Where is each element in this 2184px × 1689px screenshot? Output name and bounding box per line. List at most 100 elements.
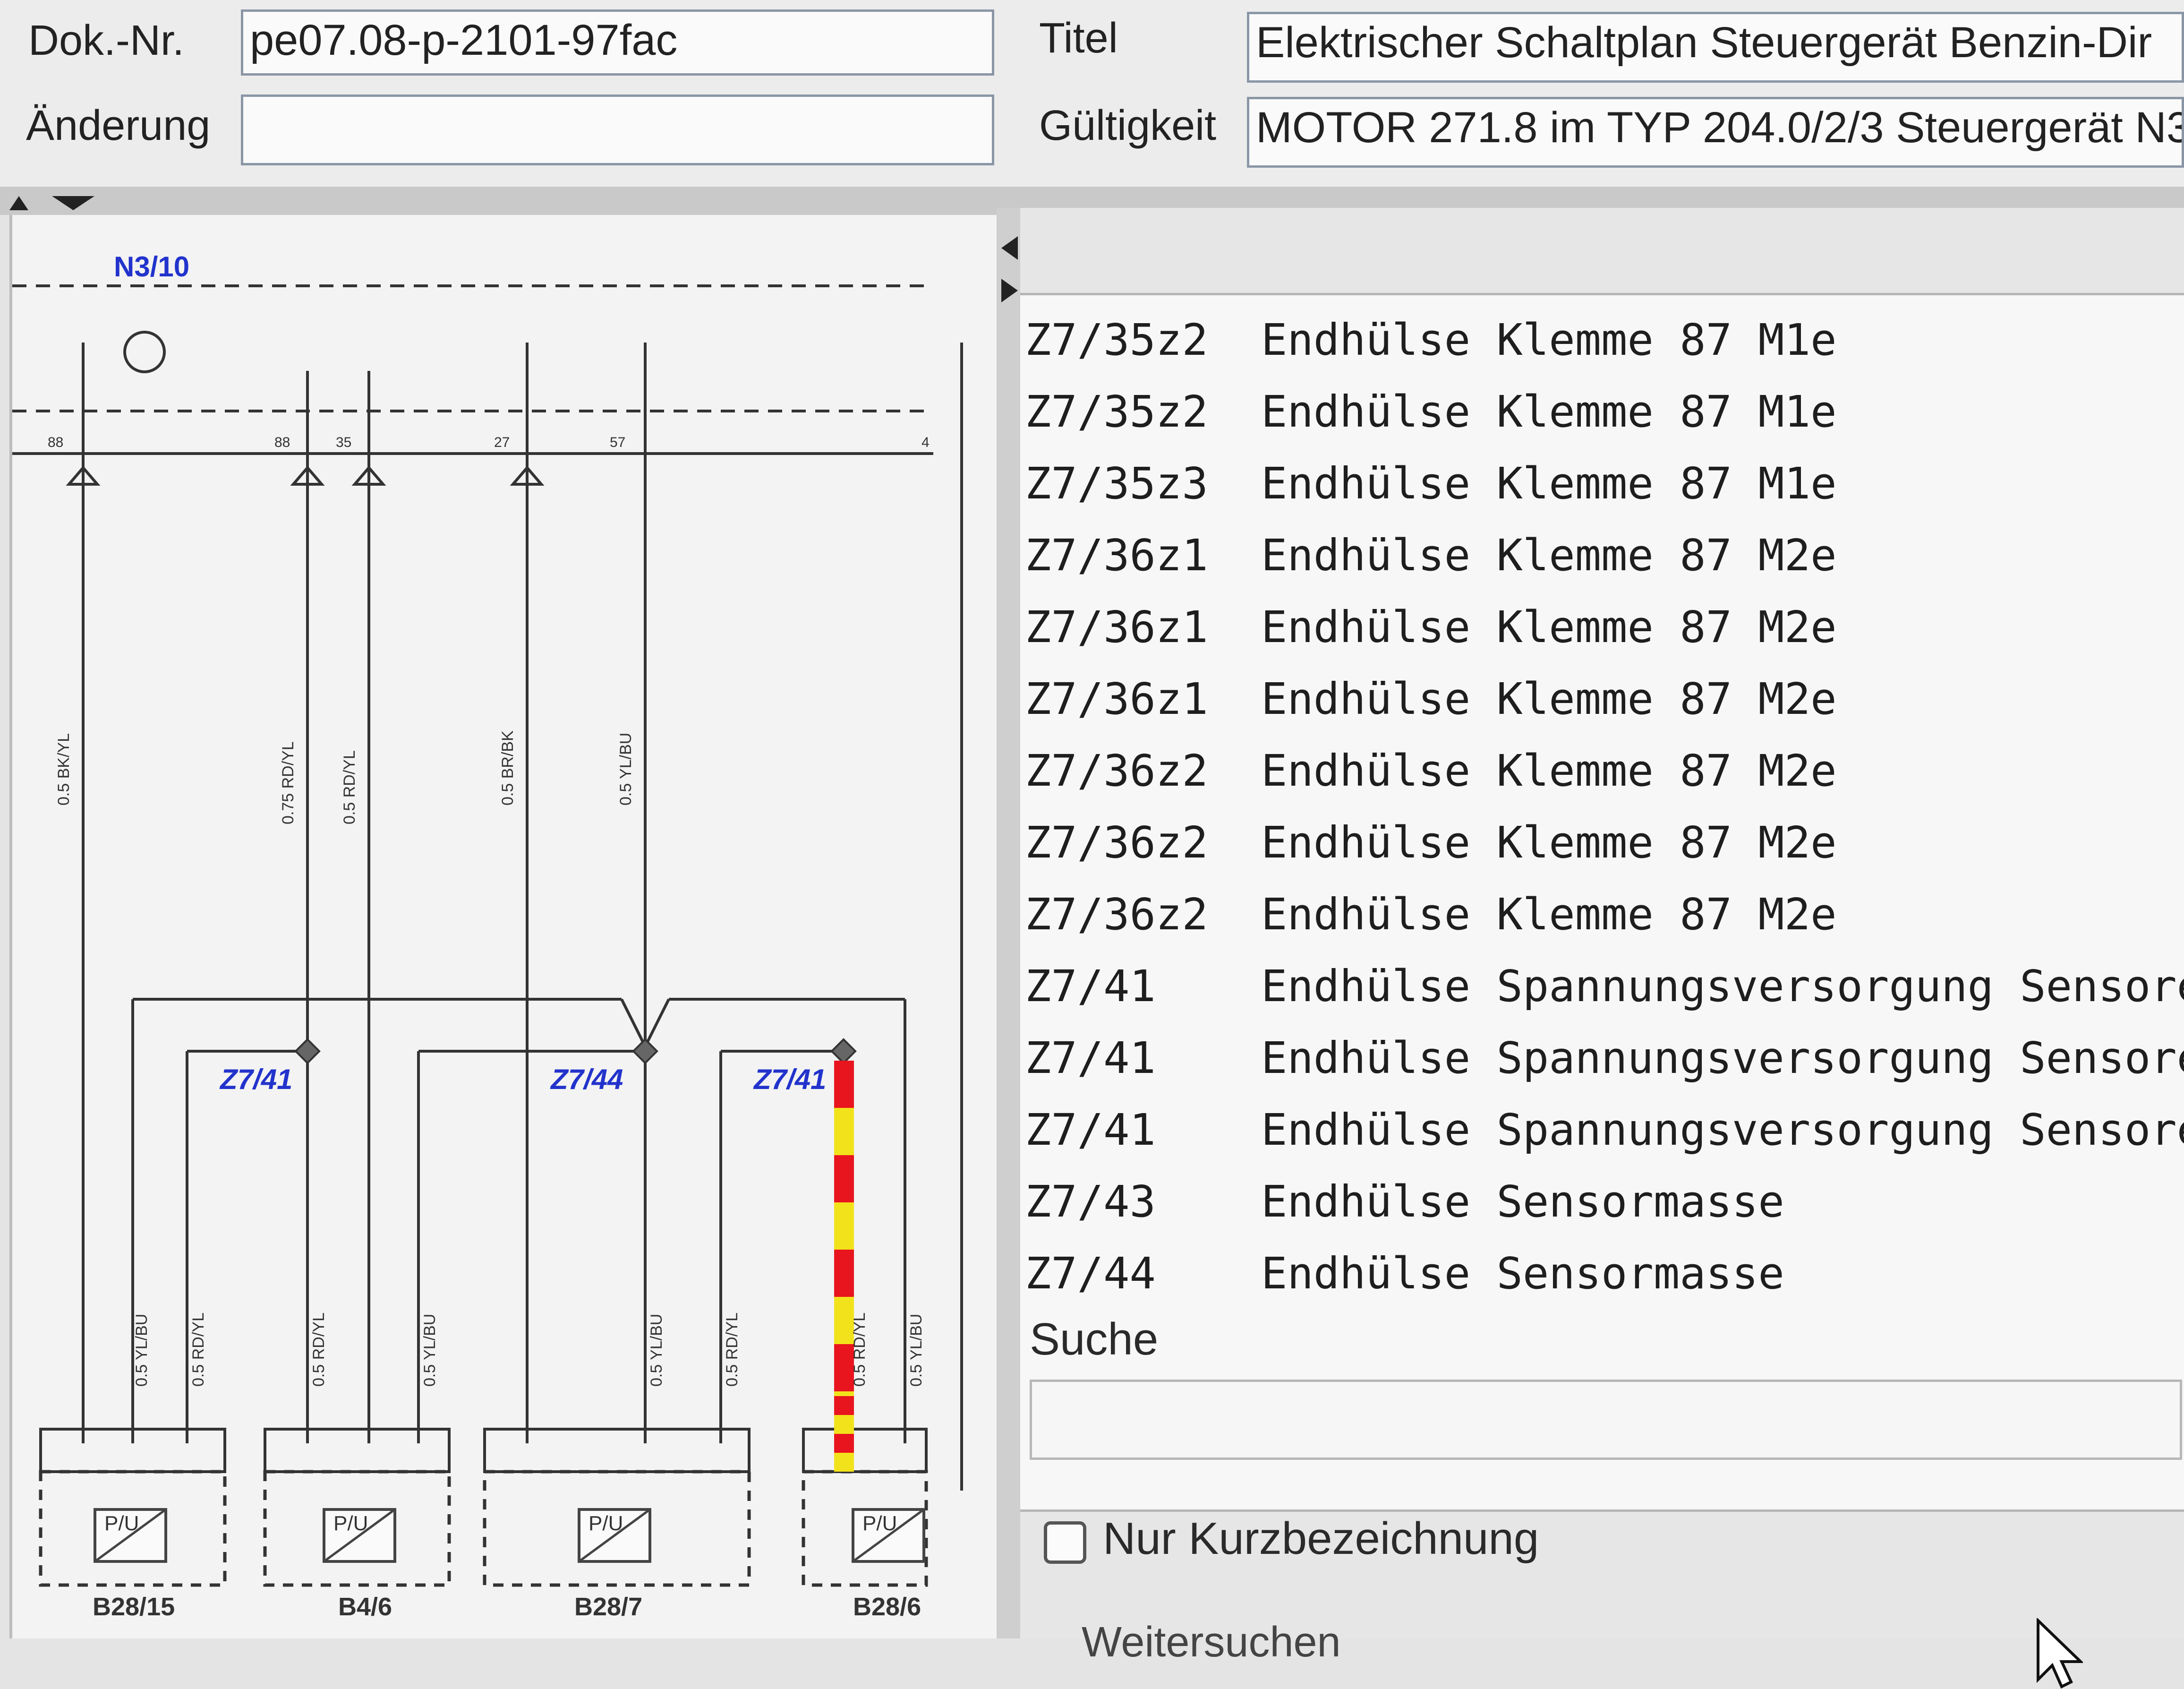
- pin-number: 57: [610, 435, 626, 450]
- continue-search-button[interactable]: Weitersuchen: [1082, 1618, 1341, 1667]
- list-item[interactable]: Z7/36z1 Endhülse Klemme 87 M2e: [1025, 592, 1837, 663]
- list-item-code: Z7/36z1: [1025, 674, 1208, 724]
- splice-label-z744[interactable]: Z7/44: [551, 1063, 623, 1096]
- list-item[interactable]: Z7/36z2 Endhülse Klemme 87 M2e: [1025, 879, 1837, 950]
- list-item-description: Endhülse Klemme 87 M2e: [1261, 602, 1837, 652]
- highlight-segment: [834, 1250, 854, 1297]
- sensor-symbol-icon: P/U: [104, 1512, 139, 1535]
- highlight-segment: [834, 1453, 854, 1472]
- ground-symbol-icon: [123, 331, 166, 373]
- aenderung-label: Änderung: [26, 102, 211, 149]
- pin-number: 88: [48, 435, 64, 450]
- short-name-checkbox-label[interactable]: Nur Kurzbezeichnung: [1103, 1513, 1539, 1565]
- module-label: N3/10: [114, 251, 190, 283]
- list-item-description: Endhülse Klemme 87 M2e: [1261, 817, 1837, 868]
- wire-label: 0.5 RD/YL: [341, 750, 358, 824]
- list-item[interactable]: Z7/35z2 Endhülse Klemme 87 M1e: [1025, 305, 1837, 376]
- list-item-code: Z7/36z2: [1025, 746, 1208, 796]
- list-item[interactable]: Z7/41 Endhülse Spannungsversorgung Sensor…: [1025, 1023, 2184, 1094]
- wire-label: 0.5 YL/BU: [907, 1313, 925, 1387]
- list-item-code: Z7/36z1: [1025, 530, 1208, 581]
- wire-label: 0.5 YL/BU: [133, 1313, 151, 1387]
- highlight-segment: [834, 1202, 854, 1250]
- wire-label: 0.75 RD/YL: [279, 741, 297, 824]
- list-item-description: Endhülse Spannungsversorgung Sensore: [1261, 961, 2184, 1012]
- document-header: Dok.-Nr. pe07.08-p-2101-97fac Änderung T…: [0, 0, 2184, 187]
- list-item[interactable]: Z7/35z2 Endhülse Klemme 87 M1e: [1025, 377, 1837, 447]
- list-item-code: Z7/41: [1025, 1033, 1156, 1083]
- collapse-arrows-icon[interactable]: [997, 208, 1020, 350]
- pin-number: 4: [921, 435, 930, 450]
- component-label-b28-7[interactable]: B28/7: [574, 1592, 642, 1621]
- search-label: Suche: [1030, 1314, 1159, 1364]
- highlight-segment: [834, 1155, 854, 1202]
- list-item-description: Endhülse Klemme 87 M2e: [1261, 530, 1837, 581]
- wire-label: 0.5 RD/YL: [310, 1312, 328, 1387]
- list-item-description: Endhülse Sensormasse: [1261, 1176, 1784, 1227]
- wire-label: 0.5 YL/BU: [617, 732, 635, 806]
- component-label-b4-6[interactable]: B4/6: [338, 1592, 392, 1621]
- wiring-schematic: [12, 284, 963, 1587]
- highlight-segment: [834, 1396, 854, 1415]
- wire-label: 0.5 YL/BU: [648, 1313, 665, 1387]
- search-panel: Z7/35z2 Endhülse Klemme 87 M1e Z7/35z2 Endh…: [1020, 208, 2184, 1689]
- list-item-code: Z7/36z2: [1025, 889, 1208, 940]
- list-item-description: Endhülse Klemme 87 M1e: [1261, 315, 1837, 365]
- list-item-code: Z7/41: [1025, 1105, 1156, 1155]
- list-item[interactable]: Z7/36z2 Endhülse Klemme 87 M2e: [1025, 807, 1837, 878]
- list-item-code: Z7/43: [1025, 1176, 1156, 1227]
- splice-label-z741-right[interactable]: Z7/41: [754, 1063, 826, 1096]
- list-item-description: Endhülse Klemme 87 M2e: [1261, 889, 1837, 940]
- wire-label: 0.5 BK/YL: [55, 733, 73, 806]
- sensor-symbol-icon: P/U: [589, 1512, 623, 1535]
- list-item-description: Endhülse Klemme 87 M1e: [1261, 386, 1837, 437]
- splice-label-z741-left[interactable]: Z7/41: [220, 1063, 292, 1096]
- gueltigkeit-label: Gültigkeit: [1039, 102, 1217, 149]
- wire-label: 0.5 RD/YL: [189, 1312, 207, 1387]
- highlighted-wire[interactable]: [834, 1061, 854, 1472]
- collapse-arrows-icon[interactable]: [0, 187, 94, 215]
- list-item-code: Z7/35z2: [1025, 315, 1208, 365]
- sensor-symbol-icon: P/U: [333, 1512, 368, 1535]
- doknr-field[interactable]: pe07.08-p-2101-97fac: [241, 9, 994, 76]
- sensor-symbol-icon: P/U: [862, 1512, 897, 1535]
- gueltigkeit-field[interactable]: MOTOR 271.8 im TYP 204.0/2/3 Steuergerät…: [1247, 97, 2184, 168]
- pin-number: 35: [336, 435, 352, 450]
- list-item[interactable]: Z7/36z1 Endhülse Klemme 87 M2e: [1025, 664, 1837, 735]
- list-item-description: Endhülse Klemme 87 M1e: [1261, 458, 1837, 509]
- doknr-label: Dok.-Nr.: [28, 17, 185, 64]
- schematic-pane[interactable]: N3/10 Z7/41 Z7/44 Z7/41 88 88 35 27 57 4…: [9, 215, 999, 1638]
- list-item-code: Z7/35z3: [1025, 458, 1208, 509]
- short-name-checkbox[interactable]: [1044, 1521, 1086, 1564]
- list-item[interactable]: Z7/44 Endhülse Sensormasse: [1025, 1238, 1784, 1309]
- list-item-code: Z7/44: [1025, 1248, 1156, 1299]
- list-item[interactable]: Z7/35z3 Endhülse Klemme 87 M1e: [1025, 448, 1837, 519]
- list-item-code: Z7/41: [1025, 961, 1156, 1012]
- list-item[interactable]: Z7/43 Endhülse Sensormasse: [1025, 1166, 1784, 1237]
- list-item[interactable]: Z7/36z2 Endhülse Klemme 87 M2e: [1025, 736, 1837, 806]
- search-input[interactable]: [1030, 1380, 2182, 1460]
- aenderung-field[interactable]: [241, 94, 994, 165]
- highlight-segment: [834, 1108, 854, 1155]
- list-item-code: Z7/36z2: [1025, 817, 1208, 868]
- list-item-code: Z7/35z2: [1025, 386, 1208, 437]
- list-item[interactable]: Z7/41 Endhülse Spannungsversorgung Sensor…: [1025, 1095, 2184, 1166]
- list-item-description: Endhülse Spannungsversorgung Sensore: [1261, 1033, 2184, 1083]
- highlight-segment: [834, 1415, 854, 1434]
- vertical-splitter[interactable]: [997, 208, 1020, 1638]
- list-item[interactable]: Z7/36z1 Endhülse Klemme 87 M2e: [1025, 520, 1837, 591]
- list-item-description: Endhülse Spannungsversorgung Sensore: [1261, 1105, 2184, 1155]
- list-item-description: Endhülse Sensormasse: [1261, 1248, 1784, 1299]
- component-label-b28-6[interactable]: B28/6: [853, 1592, 921, 1621]
- results-list[interactable]: Z7/35z2 Endhülse Klemme 87 M1e Z7/35z2 Endh…: [1020, 293, 2184, 1512]
- component-label-b28-15[interactable]: B28/15: [93, 1592, 175, 1621]
- titel-label: Titel: [1039, 15, 1118, 62]
- pin-number: 27: [494, 435, 510, 450]
- titel-field[interactable]: Elektrischer Schaltplan Steuergerät Benz…: [1247, 12, 2184, 83]
- list-item-description: Endhülse Klemme 87 M2e: [1261, 674, 1837, 724]
- highlight-segment: [834, 1061, 854, 1108]
- list-item-code: Z7/36z1: [1025, 602, 1208, 652]
- highlight-segment: [834, 1434, 854, 1453]
- list-item[interactable]: Z7/41 Endhülse Spannungsversorgung Sensor…: [1025, 951, 2184, 1022]
- wire-label: 0.5 YL/BU: [421, 1313, 439, 1387]
